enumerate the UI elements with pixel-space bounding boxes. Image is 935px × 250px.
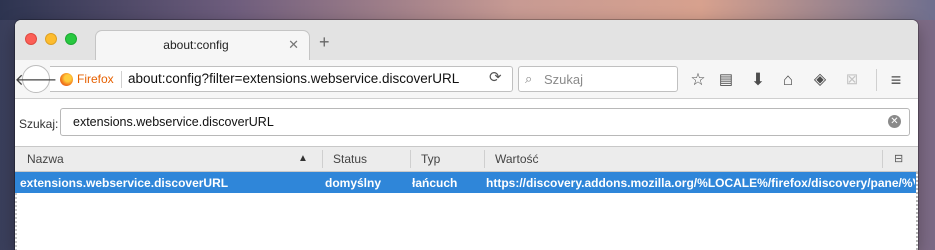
table-header: Nazwa ▲ Status Typ Wartość ⊟ — [15, 147, 918, 172]
hamburger-menu-icon[interactable]: ≡ — [885, 69, 907, 91]
bookmark-star-icon[interactable]: ☆ — [687, 69, 709, 91]
clear-icon[interactable]: ✕ — [888, 115, 901, 128]
cell-type: łańcuch — [412, 176, 458, 190]
about-config-page: Szukaj: extensions.webservice.discoverUR… — [15, 99, 918, 250]
url-separator — [121, 71, 122, 88]
reload-icon[interactable]: ⟳ — [489, 70, 502, 85]
download-icon[interactable]: ⬇ — [747, 69, 769, 91]
url-text[interactable]: about:config?filter=extensions.webservic… — [128, 71, 459, 86]
sort-ascending-icon: ▲ — [298, 153, 308, 164]
screenshot-icon: ⊠ — [845, 71, 859, 88]
reading-list-icon[interactable]: ▤ — [715, 69, 737, 91]
filter-input[interactable]: extensions.webservice.discoverURL ✕ — [60, 108, 910, 136]
identity-label[interactable]: Firefox — [77, 72, 114, 86]
column-separator[interactable] — [484, 150, 485, 168]
close-window-button[interactable] — [25, 33, 37, 45]
url-bar[interactable]: Firefox about:config?filter=extensions.w… — [50, 66, 513, 92]
focus-edge-left — [15, 193, 17, 250]
search-placeholder: Szukaj — [544, 72, 584, 87]
back-button[interactable]: 🡐 — [15, 65, 57, 93]
column-header-type[interactable]: Typ — [421, 152, 440, 166]
zoom-window-button[interactable] — [65, 33, 77, 45]
search-icon: ⌕ — [525, 71, 533, 86]
tab-title: about:config — [163, 38, 229, 52]
column-header-value[interactable]: Wartość — [495, 152, 539, 166]
cell-value: https://discovery.addons.mozilla.org/%LO… — [486, 176, 915, 190]
back-arrow-icon: 🡐 — [15, 71, 58, 89]
tab-about-config[interactable]: about:config ✕ — [95, 30, 310, 60]
browser-window: about:config ✕ + Firefox about:config?fi… — [15, 20, 918, 250]
cell-name: extensions.webservice.discoverURL — [20, 176, 229, 190]
column-separator[interactable] — [322, 150, 323, 168]
filter-label: Szukaj: — [19, 117, 59, 131]
title-bar: about:config ✕ + — [15, 20, 918, 60]
column-picker-icon[interactable]: ⊟ — [894, 152, 903, 165]
tab-close-icon[interactable]: ✕ — [288, 37, 299, 53]
column-separator[interactable] — [882, 150, 883, 168]
desktop-background — [0, 0, 935, 20]
toolbar-separator — [876, 69, 877, 91]
new-tab-button[interactable]: + — [319, 33, 330, 51]
preferences-table: Nazwa ▲ Status Typ Wartość ⊟ extensions.… — [15, 146, 918, 250]
minimize-window-button[interactable] — [45, 33, 57, 45]
cell-status: domyślny — [325, 176, 382, 190]
column-header-status[interactable]: Status — [333, 152, 367, 166]
search-input[interactable]: ⌕ Szukaj — [518, 66, 678, 92]
navigation-toolbar: Firefox about:config?filter=extensions.w… — [15, 60, 918, 99]
column-separator[interactable] — [410, 150, 411, 168]
filter-value[interactable]: extensions.webservice.discoverURL — [73, 115, 274, 129]
column-header-name[interactable]: Nazwa — [27, 152, 64, 166]
focus-edge-right — [916, 172, 918, 250]
firefox-logo-icon — [60, 73, 73, 86]
table-row[interactable]: extensions.webservice.discoverURL domyśl… — [15, 172, 918, 193]
home-icon[interactable]: ⌂ — [777, 69, 799, 91]
pocket-icon[interactable]: ◈ — [809, 69, 831, 91]
